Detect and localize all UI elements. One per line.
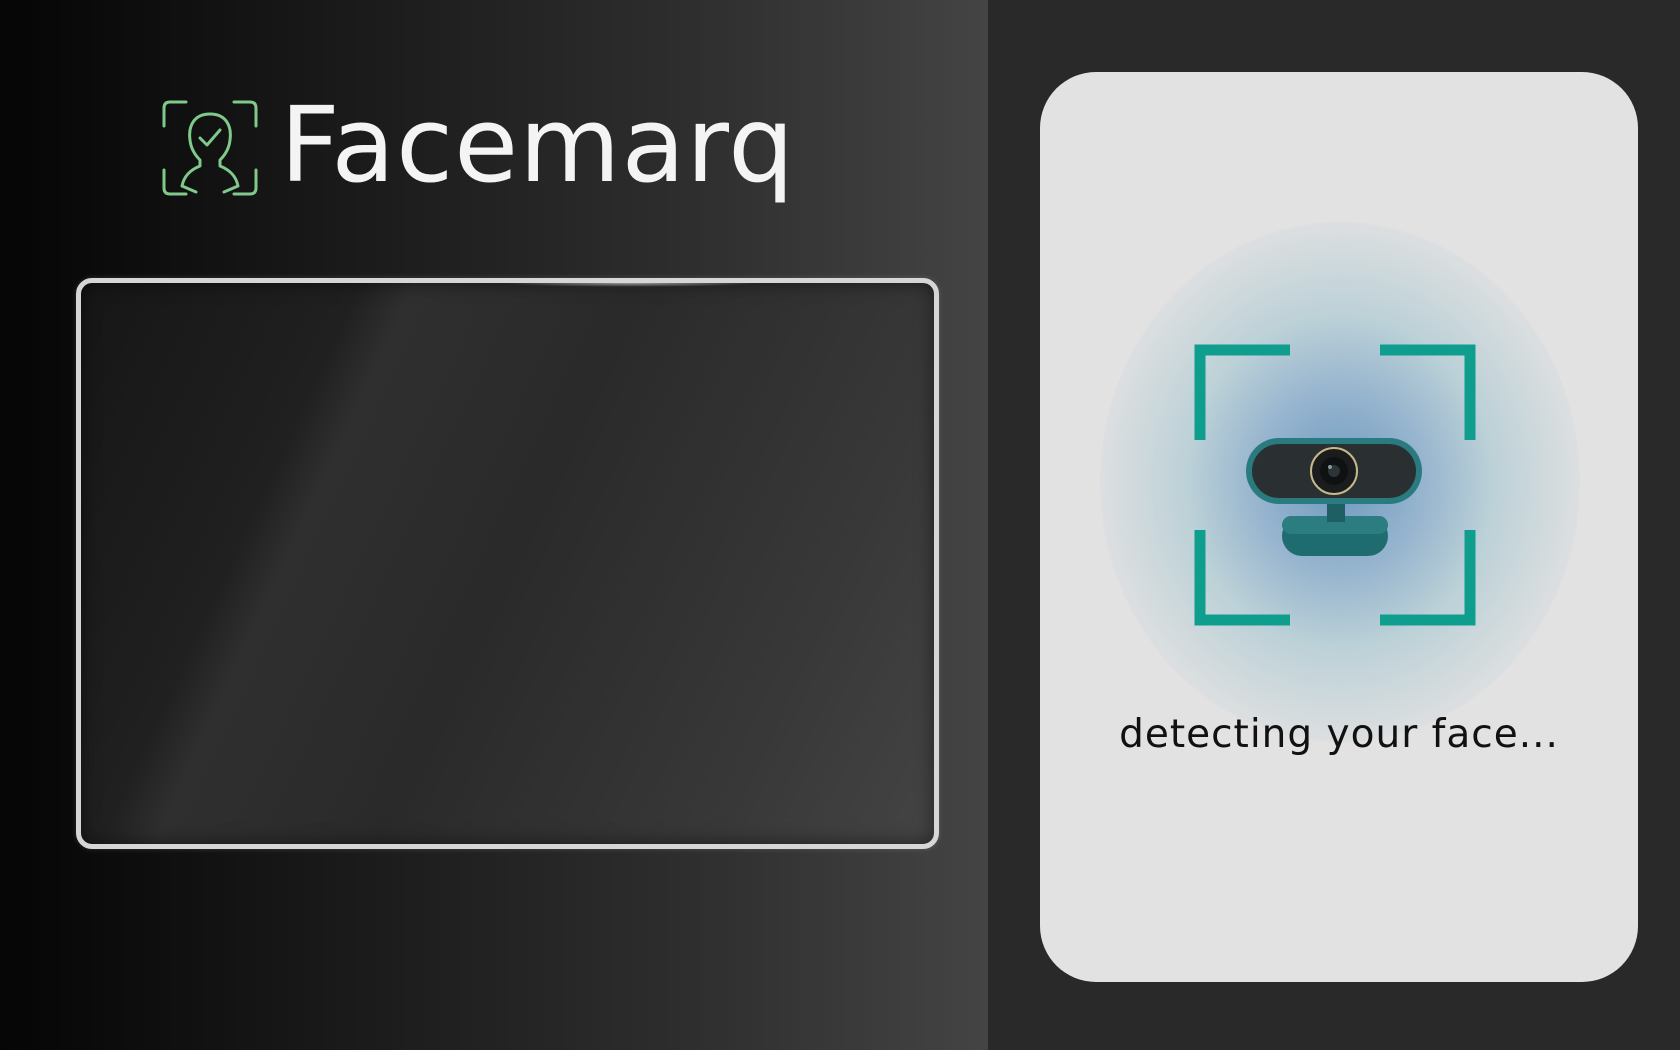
status-message: detecting your face...	[1119, 712, 1559, 757]
face-detection-status-card: detecting your face...	[1040, 72, 1638, 982]
app-window: Facemarq detecting your face...	[0, 0, 1680, 1050]
brand-logo: Facemarq	[160, 90, 795, 220]
camera-feed-frame	[76, 278, 939, 849]
webcam-icon	[1246, 438, 1422, 556]
webcam-scan-graphic	[1194, 344, 1476, 626]
brand-name: Facemarq	[280, 84, 796, 206]
left-panel: Facemarq	[0, 0, 988, 1050]
face-scan-check-icon	[162, 100, 258, 196]
